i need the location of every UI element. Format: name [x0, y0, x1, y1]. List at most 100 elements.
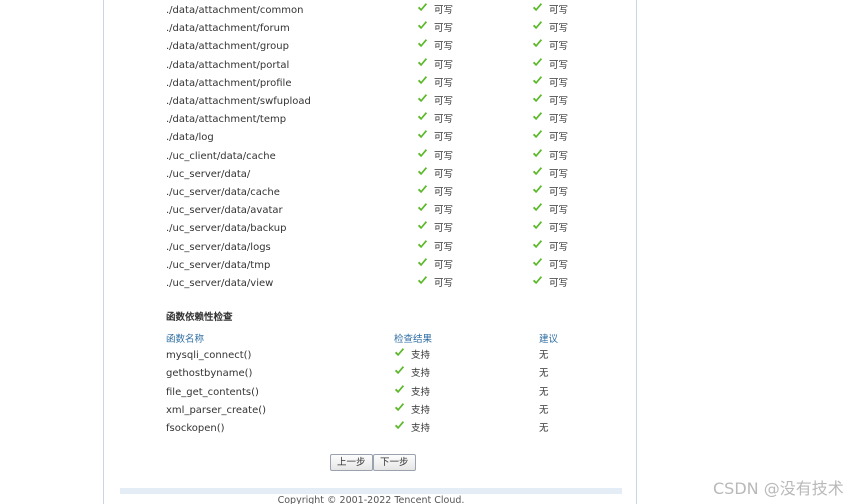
dir-row: ./data/attachment/forum 可写 可写	[104, 20, 636, 38]
copyright-footer: Copyright © 2001-2022 Tencent Cloud.	[277, 495, 465, 504]
dir-path: ./data/attachment/group	[166, 41, 289, 53]
current-status: 可写	[417, 220, 453, 238]
check-icon	[394, 402, 405, 420]
check-icon	[532, 184, 543, 202]
suggestion: 无	[539, 350, 549, 361]
required-status-label: 可写	[549, 187, 569, 198]
required-status: 可写	[532, 75, 568, 93]
required-status: 可写	[532, 202, 568, 220]
check-result-label: 支持	[411, 368, 431, 380]
dir-row: ./uc_server/data/可写 可写	[104, 166, 636, 184]
check-icon	[417, 239, 428, 257]
dir-path: ./uc_server/data/backup	[166, 223, 287, 235]
check-result-label: 支持	[411, 350, 431, 361]
check-icon	[417, 75, 428, 93]
required-status-label: 可写	[549, 259, 569, 271]
csdn-watermark: CSDN @没有技术	[713, 479, 844, 498]
check-icon	[532, 166, 543, 184]
suggestion: 无	[539, 423, 549, 435]
dir-row: ./uc_server/data/avatar 可写 可写	[104, 202, 636, 220]
required-status-label: 可写	[549, 168, 569, 180]
check-result: 支持	[394, 365, 430, 383]
function-row: mysqli_connect() 支持 无	[104, 347, 636, 365]
function-name-header: 函数名称	[166, 334, 205, 345]
required-status: 可写	[532, 129, 568, 147]
check-icon	[532, 275, 543, 293]
check-result: 支持	[394, 420, 430, 438]
function-row: file_get_contents() 支持 无	[104, 384, 636, 402]
dir-path: ./uc_server/data/view	[166, 278, 274, 289]
current-status: 可写	[417, 38, 453, 56]
required-status-label: 可写	[549, 96, 569, 107]
current-status: 可写	[417, 129, 453, 147]
required-status: 可写	[532, 184, 568, 202]
current-status: 可写	[417, 148, 453, 166]
check-icon	[532, 202, 543, 220]
current-status-label: 可写	[434, 150, 454, 162]
check-icon	[417, 166, 428, 184]
dir-row: ./data/attachment/portal 可写 可写	[104, 57, 636, 75]
prev-step-button[interactable]: 上一步	[330, 454, 373, 471]
check-icon	[417, 275, 428, 293]
current-status-label: 可写	[434, 259, 454, 271]
current-status-label: 可写	[434, 241, 454, 253]
dir-path: ./data/attachment/portal	[166, 59, 290, 71]
dir-row: ./data/attachment/swfupload 可写 可写	[104, 93, 636, 111]
check-icon	[417, 257, 428, 275]
dir-row: ./uc_client/data/cache 可写 可写	[104, 148, 636, 166]
current-status-label: 可写	[434, 132, 454, 144]
current-status: 可写	[417, 20, 453, 38]
current-status: 可写	[417, 257, 453, 275]
dir-row: ./uc_server/data/logs 可写 可写	[104, 239, 636, 257]
suggestion: 无	[539, 368, 549, 380]
check-result-label: 支持	[411, 386, 431, 398]
dir-row: ./uc_server/data/view 可写 可写	[104, 275, 636, 293]
check-icon	[417, 220, 428, 238]
function-name: gethostbyname()	[166, 368, 253, 380]
check-icon	[532, 38, 543, 56]
dir-path: ./data/attachment/common	[166, 5, 304, 16]
check-result-label: 支持	[411, 404, 431, 416]
check-icon	[417, 148, 428, 166]
required-status: 可写	[532, 275, 568, 293]
check-icon	[532, 2, 543, 20]
current-status-label: 可写	[434, 168, 454, 180]
current-status: 可写	[417, 166, 453, 184]
suggestion: 无	[539, 386, 549, 398]
function-row: fsockopen() 支持 无	[104, 420, 636, 438]
required-status-label: 可写	[549, 205, 569, 217]
current-status-label: 可写	[434, 23, 454, 35]
current-status: 可写	[417, 239, 453, 257]
current-status-label: 可写	[434, 5, 454, 16]
dir-row: ./uc_server/data/cache 可写 可写	[104, 184, 636, 202]
required-status: 可写	[532, 239, 568, 257]
dir-path: ./data/attachment/temp	[166, 114, 287, 126]
dir-path: ./uc_client/data/cache	[166, 150, 276, 162]
current-status: 可写	[417, 93, 453, 111]
check-icon	[394, 384, 405, 402]
required-status: 可写	[532, 93, 568, 111]
dir-row: ./data/attachment/common 可写 可写	[104, 2, 636, 20]
check-icon	[417, 129, 428, 147]
dir-path: ./data/attachment/profile	[166, 77, 292, 89]
check-icon	[394, 365, 405, 383]
check-result-label: 支持	[411, 423, 431, 435]
required-status-label: 可写	[549, 150, 569, 162]
current-status: 可写	[417, 57, 453, 75]
dir-path: ./uc_server/data/avatar	[166, 205, 283, 217]
current-status: 可写	[417, 2, 453, 20]
check-icon	[532, 148, 543, 166]
function-name: file_get_contents()	[166, 386, 259, 398]
required-status-label: 可写	[549, 132, 569, 144]
required-status: 可写	[532, 166, 568, 184]
check-icon	[394, 420, 405, 438]
dir-row: ./uc_server/data/tmp 可写 可写	[104, 257, 636, 275]
required-status: 可写	[532, 111, 568, 129]
current-status-label: 可写	[434, 205, 454, 217]
dir-path: ./uc_server/data/cache	[166, 187, 280, 198]
dir-path: ./uc_server/data/tmp	[166, 259, 271, 271]
dir-row: ./data/attachment/group 可写 可写	[104, 38, 636, 56]
next-step-button[interactable]: 下一步	[373, 454, 416, 471]
function-row: xml_parser_create() 支持 无	[104, 402, 636, 420]
required-status-label: 可写	[549, 241, 569, 253]
